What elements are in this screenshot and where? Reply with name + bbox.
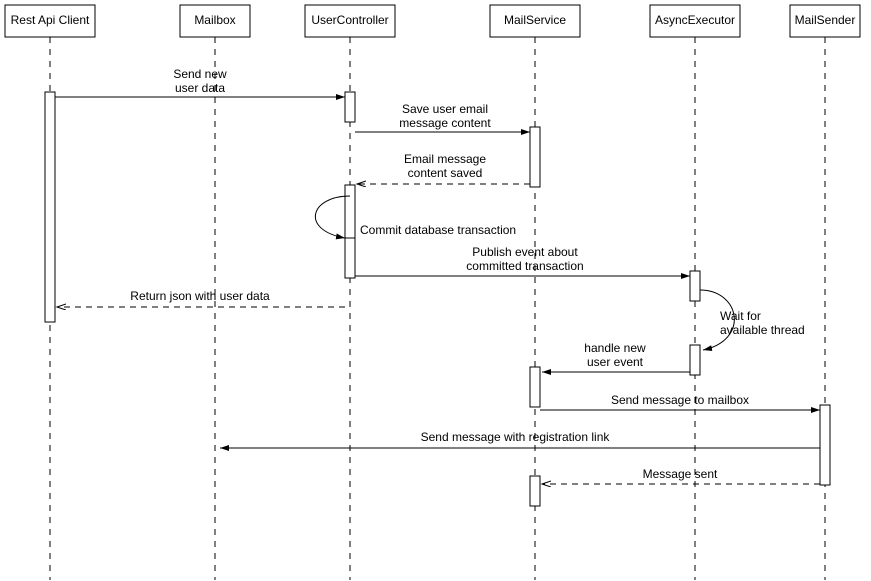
participant-mailbox-label: Mailbox — [194, 13, 235, 27]
msg-commit-tx: Commit database transaction — [360, 223, 516, 237]
msg-publish-l1: Publish event about — [472, 245, 578, 259]
activation-uc-1 — [345, 92, 355, 122]
activation-ae-1 — [690, 271, 700, 301]
msg-wait-thread-l2: available thread — [720, 323, 805, 337]
msg-save-email-l2: message content — [399, 116, 491, 130]
sequence-diagram: Rest Api Client Mailbox UserController M… — [0, 0, 871, 581]
participant-user-controller-label: UserController — [311, 13, 388, 27]
participant-mail-service-label: MailService — [504, 13, 566, 27]
msg-send-reg-link: Send message with registration link — [421, 430, 611, 444]
msg-handle-event-l2: user event — [587, 355, 644, 369]
participant-rest-api-client-label: Rest Api Client — [11, 13, 90, 27]
activation-ms-1 — [530, 127, 540, 187]
activation-sender — [820, 405, 830, 485]
msg-save-email-l1: Save user email — [402, 102, 488, 116]
activation-rest — [45, 92, 55, 322]
msg-handle-event-l1: handle new — [584, 341, 646, 355]
activation-ae-2 — [690, 345, 700, 375]
msg-message-sent: Message sent — [643, 467, 718, 481]
msg-email-saved-l2: content saved — [408, 166, 483, 180]
participant-async-executor-label: AsyncExecutor — [655, 13, 735, 27]
msg-return-json: Return json with user data — [130, 289, 270, 303]
activation-uc-2 — [345, 185, 355, 245]
activation-ms-2 — [530, 367, 540, 407]
msg-send-new-user-l1: Send new — [173, 67, 227, 81]
participant-mail-sender-label: MailSender — [795, 13, 856, 27]
msg-send-to-mailbox: Send message to mailbox — [611, 393, 749, 407]
activation-uc-3 — [345, 238, 355, 278]
activation-ms-3 — [530, 476, 540, 506]
msg-wait-thread-l1: Wait for — [720, 309, 761, 323]
msg-send-new-user-l2: user data — [175, 81, 225, 95]
msg-publish-l2: committed transaction — [466, 259, 583, 273]
msg-email-saved-l1: Email message — [404, 152, 486, 166]
